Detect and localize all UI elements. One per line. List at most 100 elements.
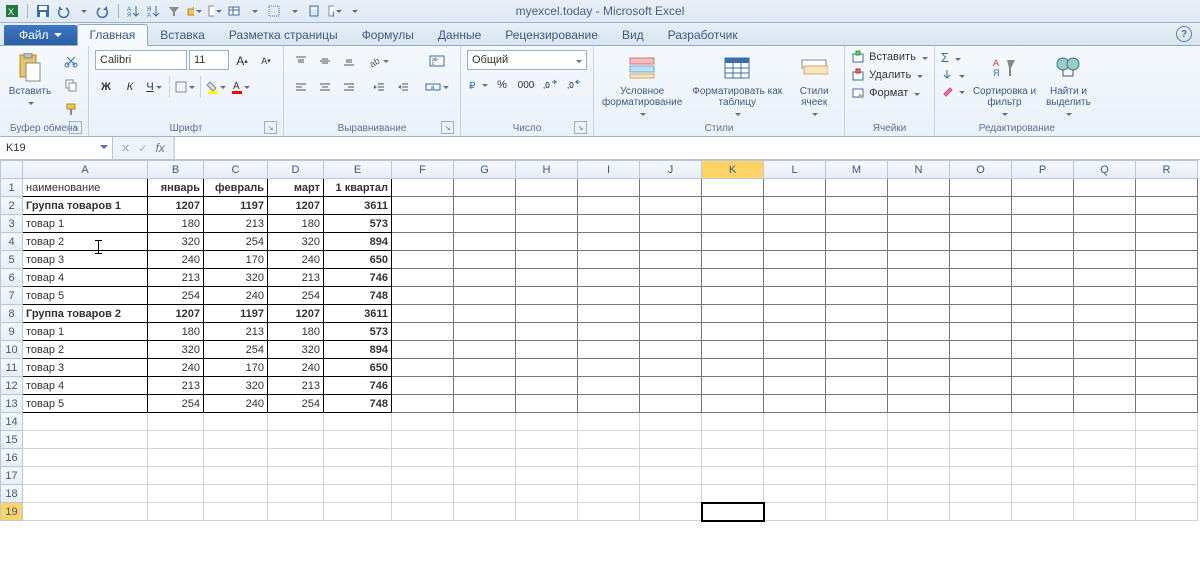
cell-M3[interactable] <box>826 215 888 233</box>
cell-N14[interactable] <box>888 413 950 431</box>
font-size-selector[interactable]: 11 <box>189 50 229 70</box>
row-header-17[interactable]: 17 <box>1 467 23 485</box>
row-header-8[interactable]: 8 <box>1 305 23 323</box>
cell-M14[interactable] <box>826 413 888 431</box>
cell-L6[interactable] <box>764 269 826 287</box>
save-icon[interactable] <box>35 3 51 19</box>
cell-D8[interactable]: 1207 <box>268 305 324 323</box>
dialog-launcher-icon[interactable]: ↘ <box>69 121 82 134</box>
column-header-L[interactable]: L <box>764 161 826 179</box>
cell-Q7[interactable] <box>1074 287 1136 305</box>
cell-D16[interactable] <box>268 449 324 467</box>
conditional-format-button[interactable]: Условноеформатирование <box>600 50 684 121</box>
cell-I3[interactable] <box>578 215 640 233</box>
cell-Q17[interactable] <box>1074 467 1136 485</box>
cell-Q5[interactable] <box>1074 251 1136 269</box>
cell-C9[interactable]: 213 <box>204 323 268 341</box>
cell-C2[interactable]: 1197 <box>204 197 268 215</box>
column-header-Q[interactable]: Q <box>1074 161 1136 179</box>
column-header-K[interactable]: K <box>702 161 764 179</box>
font-name-selector[interactable]: Calibri <box>95 50 187 70</box>
row-header-12[interactable]: 12 <box>1 377 23 395</box>
cell-G18[interactable] <box>454 485 516 503</box>
cell-N17[interactable] <box>888 467 950 485</box>
cell-A12[interactable]: товар 4 <box>23 377 148 395</box>
cell-F15[interactable] <box>392 431 454 449</box>
cell-A4[interactable]: товар 2 <box>23 233 148 251</box>
font-color-button[interactable]: A <box>229 76 251 98</box>
cell-B6[interactable]: 213 <box>148 269 204 287</box>
cell-B11[interactable]: 240 <box>148 359 204 377</box>
cell-B3[interactable]: 180 <box>148 215 204 233</box>
cell-P12[interactable] <box>1012 377 1074 395</box>
cell-R3[interactable] <box>1136 215 1198 233</box>
cell-P15[interactable] <box>1012 431 1074 449</box>
worksheet-grid[interactable]: ABCDEFGHIJKLMNOPQR1наименованиеянварьфев… <box>0 160 1200 566</box>
cell-D17[interactable] <box>268 467 324 485</box>
cell-D9[interactable]: 180 <box>268 323 324 341</box>
cell-D5[interactable]: 240 <box>268 251 324 269</box>
align-center-icon[interactable] <box>314 76 336 98</box>
align-left-icon[interactable] <box>290 76 312 98</box>
cell-O3[interactable] <box>950 215 1012 233</box>
cell-N16[interactable] <box>888 449 950 467</box>
column-header-E[interactable]: E <box>324 161 392 179</box>
find-select-button[interactable]: Найти ивыделить <box>1044 50 1093 121</box>
align-top-icon[interactable] <box>290 50 312 72</box>
row-header-4[interactable]: 4 <box>1 233 23 251</box>
cell-N7[interactable] <box>888 287 950 305</box>
cell-B8[interactable]: 1207 <box>148 305 204 323</box>
cell-O6[interactable] <box>950 269 1012 287</box>
decrease-indent-icon[interactable] <box>368 76 390 98</box>
sort-filter-button[interactable]: АЯ Сортировка ифильтр <box>971 50 1038 121</box>
cell-R16[interactable] <box>1136 449 1198 467</box>
cell-I16[interactable] <box>578 449 640 467</box>
cell-Q10[interactable] <box>1074 341 1136 359</box>
cell-P16[interactable] <box>1012 449 1074 467</box>
cell-H10[interactable] <box>516 341 578 359</box>
cell-K8[interactable] <box>702 305 764 323</box>
column-header-M[interactable]: M <box>826 161 888 179</box>
cell-N18[interactable] <box>888 485 950 503</box>
cell-I19[interactable] <box>578 503 640 521</box>
cell-H2[interactable] <box>516 197 578 215</box>
cell-C12[interactable]: 320 <box>204 377 268 395</box>
cell-M1[interactable] <box>826 179 888 197</box>
cell-J6[interactable] <box>640 269 702 287</box>
cell-E11[interactable]: 650 <box>324 359 392 377</box>
align-right-icon[interactable] <box>338 76 360 98</box>
redo-icon[interactable] <box>95 3 111 19</box>
cell-O14[interactable] <box>950 413 1012 431</box>
cell-K5[interactable] <box>702 251 764 269</box>
cell-M17[interactable] <box>826 467 888 485</box>
excel-icon[interactable]: X <box>4 3 20 19</box>
cell-C4[interactable]: 254 <box>204 233 268 251</box>
cell-O19[interactable] <box>950 503 1012 521</box>
name-box[interactable]: K19 <box>0 137 113 159</box>
cell-D19[interactable] <box>268 503 324 521</box>
cell-Q2[interactable] <box>1074 197 1136 215</box>
increase-indent-icon[interactable] <box>392 76 414 98</box>
cell-G9[interactable] <box>454 323 516 341</box>
cell-R10[interactable] <box>1136 341 1198 359</box>
cell-H7[interactable] <box>516 287 578 305</box>
row-header-13[interactable]: 13 <box>1 395 23 413</box>
cell-Q19[interactable] <box>1074 503 1136 521</box>
cell-K3[interactable] <box>702 215 764 233</box>
cell-J14[interactable] <box>640 413 702 431</box>
comma-format-icon[interactable]: 000 <box>515 74 537 96</box>
cell-H3[interactable] <box>516 215 578 233</box>
cell-L12[interactable] <box>764 377 826 395</box>
cell-R15[interactable] <box>1136 431 1198 449</box>
tab-view[interactable]: Вид <box>610 25 656 45</box>
cell-A14[interactable] <box>23 413 148 431</box>
tab-formulas[interactable]: Формулы <box>350 25 426 45</box>
cell-L9[interactable] <box>764 323 826 341</box>
cell-N13[interactable] <box>888 395 950 413</box>
help-icon[interactable]: ? <box>1176 26 1192 42</box>
align-bottom-icon[interactable] <box>338 50 360 72</box>
cell-K2[interactable] <box>702 197 764 215</box>
formula-input[interactable] <box>174 137 1200 159</box>
cell-I2[interactable] <box>578 197 640 215</box>
cell-C17[interactable] <box>204 467 268 485</box>
